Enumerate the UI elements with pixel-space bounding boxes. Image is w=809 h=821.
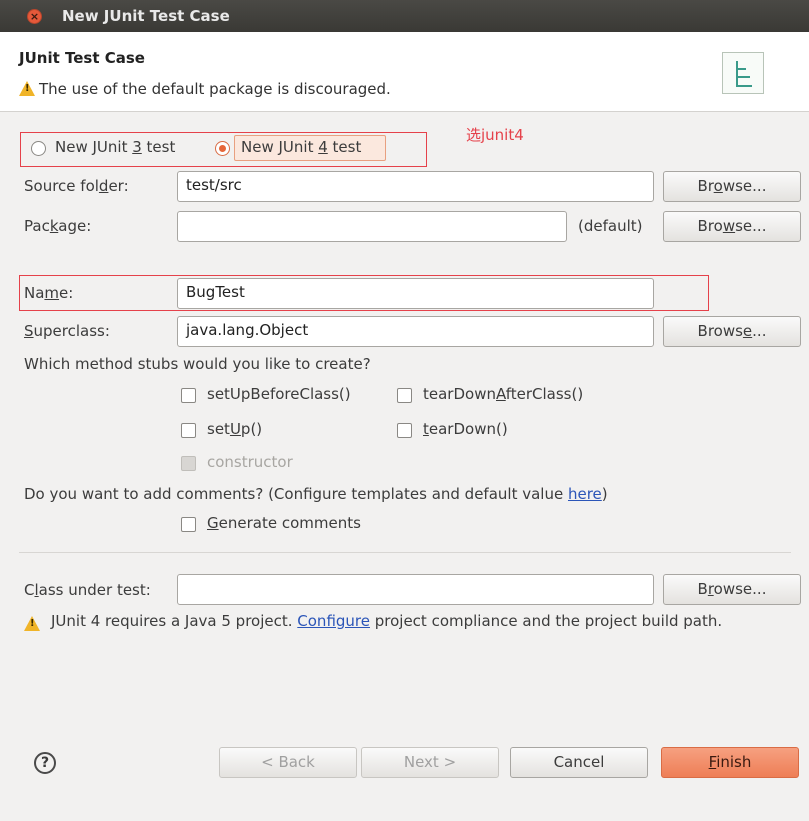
junit3-radio[interactable] xyxy=(31,141,46,156)
requirement-message: JUnit 4 requires a Java 5 project. Confi… xyxy=(51,611,796,632)
templates-here-link[interactable]: here xyxy=(568,485,602,503)
teardownafterclass-checkbox[interactable] xyxy=(397,388,412,403)
warning-icon xyxy=(19,81,35,96)
superclass-input[interactable]: java.lang.Object xyxy=(177,316,654,347)
setup-checkbox[interactable] xyxy=(181,423,196,438)
setupbeforeclass-label[interactable]: setUpBeforeClass() xyxy=(207,385,351,403)
page-title: JUnit Test Case xyxy=(19,49,145,67)
setupbeforeclass-checkbox[interactable] xyxy=(181,388,196,403)
teardown-label[interactable]: tearDown() xyxy=(423,420,508,438)
package-input[interactable] xyxy=(177,211,567,242)
junit4-radio[interactable] xyxy=(215,141,230,156)
constructor-label: constructor xyxy=(207,453,293,471)
finish-button[interactable]: Finish xyxy=(661,747,799,778)
wizard-header: JUnit Test Case The use of the default p… xyxy=(0,32,809,112)
requirement-warning-icon xyxy=(24,616,40,631)
superclass-browse-button[interactable]: Browse... xyxy=(663,316,801,347)
requirement-text-1: JUnit 4 requires a Java 5 project. xyxy=(51,612,298,630)
teardownafterclass-label[interactable]: tearDownAfterClass() xyxy=(423,385,583,403)
class-under-test-input[interactable] xyxy=(177,574,654,605)
junit4-label[interactable]: New JUnit 4 test xyxy=(241,138,361,156)
name-label: Name: xyxy=(24,284,74,302)
teardown-checkbox[interactable] xyxy=(397,423,412,438)
package-browse-button[interactable]: Browse... xyxy=(663,211,801,242)
superclass-label: Superclass: xyxy=(24,322,110,340)
back-button: < Back xyxy=(219,747,357,778)
junit-wizard-icon xyxy=(722,52,764,94)
help-icon[interactable]: ? xyxy=(34,752,56,774)
configure-link[interactable]: Configure xyxy=(297,612,370,630)
name-input[interactable]: BugTest xyxy=(177,278,654,309)
comments-question: Do you want to add comments? (Configure … xyxy=(24,485,608,503)
package-label: Package: xyxy=(24,217,92,235)
generate-comments-label[interactable]: Generate comments xyxy=(207,514,361,532)
source-folder-input[interactable]: test/src xyxy=(177,171,654,202)
package-warning: The use of the default package is discou… xyxy=(19,80,391,98)
class-under-test-browse-button[interactable]: Browse... xyxy=(663,574,801,605)
constructor-checkbox xyxy=(181,456,196,471)
source-folder-label: Source folder: xyxy=(24,177,129,195)
generate-comments-checkbox[interactable] xyxy=(181,517,196,532)
title-bar: × New JUnit Test Case xyxy=(0,0,809,32)
next-button: Next > xyxy=(361,747,499,778)
separator xyxy=(19,552,791,553)
source-folder-browse-button[interactable]: Browse... xyxy=(663,171,801,202)
close-icon[interactable]: × xyxy=(27,9,42,24)
comments-question-text: Do you want to add comments? (Configure … xyxy=(24,485,568,503)
cancel-button[interactable]: Cancel xyxy=(510,747,648,778)
stubs-question: Which method stubs would you like to cre… xyxy=(24,355,371,373)
setup-label[interactable]: setUp() xyxy=(207,420,262,438)
junit3-label[interactable]: New JUnit 3 test xyxy=(55,138,175,156)
requirement-text-2: project compliance and the project build… xyxy=(369,612,723,630)
comments-question-suffix: ) xyxy=(601,485,608,503)
annotation-text: 选junit4 xyxy=(466,126,524,144)
class-under-test-label: Class under test: xyxy=(24,581,151,599)
window-title: New JUnit Test Case xyxy=(62,7,230,25)
package-default-label: (default) xyxy=(578,217,643,235)
package-warning-text: The use of the default package is discou… xyxy=(39,80,391,98)
